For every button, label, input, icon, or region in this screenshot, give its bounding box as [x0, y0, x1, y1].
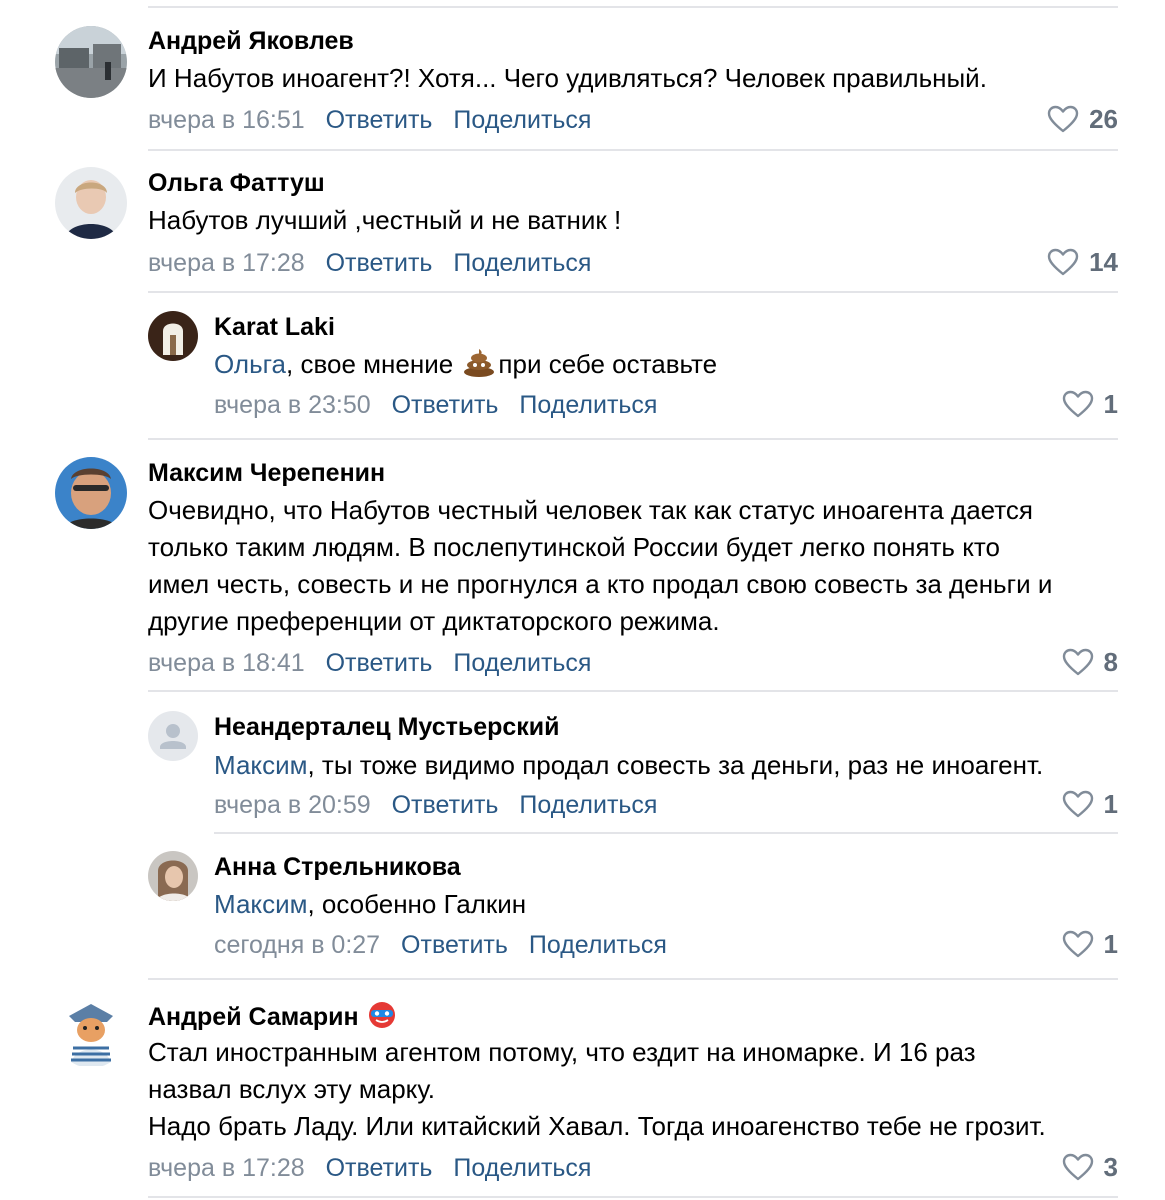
comment-meta: вчера в 16:51 Ответить Поделиться [148, 105, 605, 135]
comment-time[interactable]: вчера в 20:59 [214, 791, 371, 819]
poop-emoji-icon [464, 349, 495, 377]
comment-time[interactable]: сегодня в 0:27 [214, 931, 380, 959]
text-line: другие преференции от диктаторского режи… [148, 606, 720, 636]
divider [148, 978, 1118, 980]
divider [148, 149, 1118, 151]
avatar[interactable] [55, 26, 127, 98]
like-count: 1 [1103, 789, 1118, 819]
avatar[interactable] [55, 457, 127, 529]
reply-button[interactable]: Ответить [326, 249, 433, 277]
comment-meta: вчера в 23:50 Ответить Поделиться [214, 390, 671, 420]
divider [148, 1196, 1118, 1198]
comment-author[interactable]: Анна Стрельникова [214, 852, 461, 882]
mention-link[interactable]: Максим [214, 889, 307, 919]
comment-meta: вчера в 17:28 Ответить Поделиться [148, 1153, 605, 1183]
reply-button[interactable]: Ответить [326, 649, 433, 677]
comment-text: Ольга, свое мнение при себе оставьте [214, 346, 1114, 383]
reply-button[interactable]: Ответить [401, 931, 508, 959]
like-count: 1 [1103, 389, 1118, 419]
reply-button[interactable]: Ответить [326, 1154, 433, 1182]
comment-meta: вчера в 17:28 Ответить Поделиться [148, 248, 605, 278]
share-button[interactable]: Поделиться [453, 106, 591, 134]
divider [214, 832, 1118, 834]
like-count: 1 [1103, 929, 1118, 959]
comment-text: Стал иностранным агентом потому, что езд… [148, 1034, 1123, 1145]
text-segment: при себе оставьте [498, 349, 718, 379]
reply-button[interactable]: Ответить [326, 106, 433, 134]
like-button[interactable]: 26 [1047, 104, 1118, 134]
comment-author[interactable]: Ольга Фаттуш [148, 168, 325, 198]
like-count: 26 [1089, 104, 1118, 134]
comment-time[interactable]: вчера в 18:41 [148, 649, 305, 677]
text-line: назвал вслух эту марку. [148, 1074, 435, 1104]
share-button[interactable]: Поделиться [529, 931, 667, 959]
text-line: только таким людям. В послепутинской Рос… [148, 532, 1000, 562]
comment-meta: сегодня в 0:27 Ответить Поделиться [214, 930, 681, 960]
heart-outline-icon [1062, 648, 1093, 676]
mention-link[interactable]: Ольга [214, 349, 286, 379]
like-count: 3 [1103, 1152, 1118, 1182]
avatar[interactable] [148, 711, 198, 761]
comment-text: И Набутов иноагент?! Хотя... Чего удивля… [148, 63, 987, 93]
avatar[interactable] [55, 996, 127, 1068]
heart-outline-icon [1062, 790, 1093, 818]
like-count: 8 [1103, 647, 1118, 677]
like-button[interactable]: 3 [1062, 1152, 1118, 1182]
comment-time[interactable]: вчера в 16:51 [148, 106, 305, 134]
like-count: 14 [1089, 247, 1118, 277]
heart-outline-icon [1062, 930, 1093, 958]
user-silhouette-icon [148, 711, 198, 761]
heart-outline-icon [1047, 248, 1079, 276]
comment-author[interactable]: Максим Черепенин [148, 458, 385, 488]
mask-emoji-icon [368, 1002, 395, 1028]
comment-text: Максим, особенно Галкин [214, 886, 1114, 923]
divider [148, 438, 1118, 440]
avatar[interactable] [55, 167, 127, 239]
comment-author[interactable]: Karat Laki [214, 312, 335, 342]
heart-outline-icon [1047, 105, 1079, 133]
text-line: Стал иностранным агентом потому, что езд… [148, 1037, 976, 1067]
heart-outline-icon [1062, 390, 1093, 418]
comment-author[interactable]: Андрей Яковлев [148, 26, 354, 56]
divider [148, 6, 1118, 8]
avatar[interactable] [148, 851, 198, 901]
comment-time[interactable]: вчера в 17:28 [148, 1154, 305, 1182]
comment-time[interactable]: вчера в 17:28 [148, 249, 305, 277]
share-button[interactable]: Поделиться [453, 1154, 591, 1182]
comment-text: Набутов лучший ,честный и не ватник ! [148, 205, 622, 235]
share-button[interactable]: Поделиться [519, 391, 657, 419]
comment-time[interactable]: вчера в 23:50 [214, 391, 371, 419]
like-button[interactable]: 1 [1062, 789, 1118, 819]
comment-text: Максим, ты тоже видимо продал совесть за… [214, 747, 1114, 784]
reply-button[interactable]: Ответить [392, 391, 499, 419]
divider [148, 690, 1118, 692]
text-line: Надо брать Ладу. Или китайский Хавал. То… [148, 1111, 1046, 1141]
text-line: имел честь, совесть и не прогнулся а кто… [148, 569, 1053, 599]
share-button[interactable]: Поделиться [453, 649, 591, 677]
text-segment: , ты тоже видимо продал совесть за деньг… [307, 750, 1044, 780]
avatar[interactable] [148, 311, 198, 361]
like-button[interactable]: 1 [1062, 929, 1118, 959]
comment-meta: вчера в 20:59 Ответить Поделиться [214, 790, 671, 820]
comment-meta: вчера в 18:41 Ответить Поделиться [148, 648, 605, 678]
comment-author[interactable]: Неандерталец Мустьерский [214, 712, 560, 742]
mention-link[interactable]: Максим [214, 750, 307, 780]
like-button[interactable]: 14 [1047, 247, 1118, 277]
divider [148, 291, 1118, 293]
reply-button[interactable]: Ответить [392, 791, 499, 819]
heart-outline-icon [1062, 1153, 1093, 1181]
share-button[interactable]: Поделиться [519, 791, 657, 819]
text-line: Очевидно, что Набутов честный человек та… [148, 495, 1033, 525]
author-name[interactable]: Андрей Самарин [148, 1003, 359, 1031]
like-button[interactable]: 1 [1062, 389, 1118, 419]
text-segment: , особенно Галкин [307, 889, 527, 919]
comment-text: Очевидно, что Набутов честный человек та… [148, 492, 1123, 640]
share-button[interactable]: Поделиться [453, 249, 591, 277]
like-button[interactable]: 8 [1062, 647, 1118, 677]
comment-author[interactable]: Андрей Самарин [148, 999, 397, 1032]
text-segment: , свое мнение [286, 349, 454, 379]
